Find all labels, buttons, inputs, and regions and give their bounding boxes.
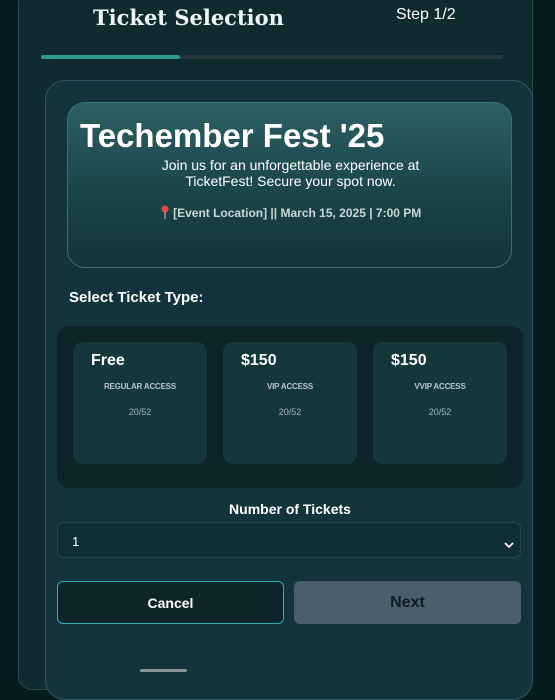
- chevron-down-icon: [504, 536, 514, 549]
- ticket-selection-card: Ticket Selection Step 1/2 Techember Fest…: [18, 0, 533, 700]
- ticket-quantity-value: 1: [72, 534, 80, 549]
- ticket-type-label: Select Ticket Type:: [69, 289, 204, 306]
- ticket-panel: Techember Fest '25 Join us for an unforg…: [45, 80, 533, 700]
- ticket-quantity-select[interactable]: 1: [57, 522, 521, 558]
- progress-bar-fill: [41, 55, 180, 59]
- ticket-type: VIP ACCESS: [266, 382, 314, 391]
- next-button[interactable]: Next: [294, 581, 521, 624]
- ticket-price: Free: [91, 352, 125, 369]
- cancel-button[interactable]: Cancel: [57, 581, 284, 624]
- event-meta-text: [Event Location] || March 15, 2025 | 7:0…: [173, 206, 422, 220]
- ticket-type-options: Free REGULAR ACCESS 20/52 $150 VIP ACCES…: [57, 326, 523, 488]
- ticket-type: VVIP ACCESS: [414, 382, 466, 391]
- ticket-price: $150: [241, 352, 277, 369]
- event-description: Join us for an unforgettable experience …: [161, 157, 420, 189]
- event-title: Techember Fest '25: [80, 117, 385, 154]
- page-title: Ticket Selection: [93, 5, 284, 30]
- ticket-quantity-label: Number of Tickets: [229, 501, 351, 517]
- event-meta: [Event Location] || March 15, 2025 | 7:0…: [68, 205, 513, 220]
- ticket-price: $150: [391, 352, 427, 369]
- ticket-availability: 20/52: [428, 407, 452, 417]
- step-indicator: Step 1/2: [396, 6, 456, 23]
- ticket-option-vip[interactable]: $150 VIP ACCESS 20/52: [223, 342, 357, 464]
- ticket-type: REGULAR ACCESS: [103, 382, 177, 391]
- event-banner: Techember Fest '25 Join us for an unforg…: [67, 102, 512, 268]
- ticket-availability: 20/52: [128, 407, 152, 417]
- ticket-availability: 20/52: [278, 407, 302, 417]
- ticket-option-regular[interactable]: Free REGULAR ACCESS 20/52: [73, 342, 207, 464]
- map-pin-icon: [160, 205, 170, 219]
- ticket-option-vvip[interactable]: $150 VVIP ACCESS 20/52: [373, 342, 507, 464]
- progress-bar: [41, 55, 503, 59]
